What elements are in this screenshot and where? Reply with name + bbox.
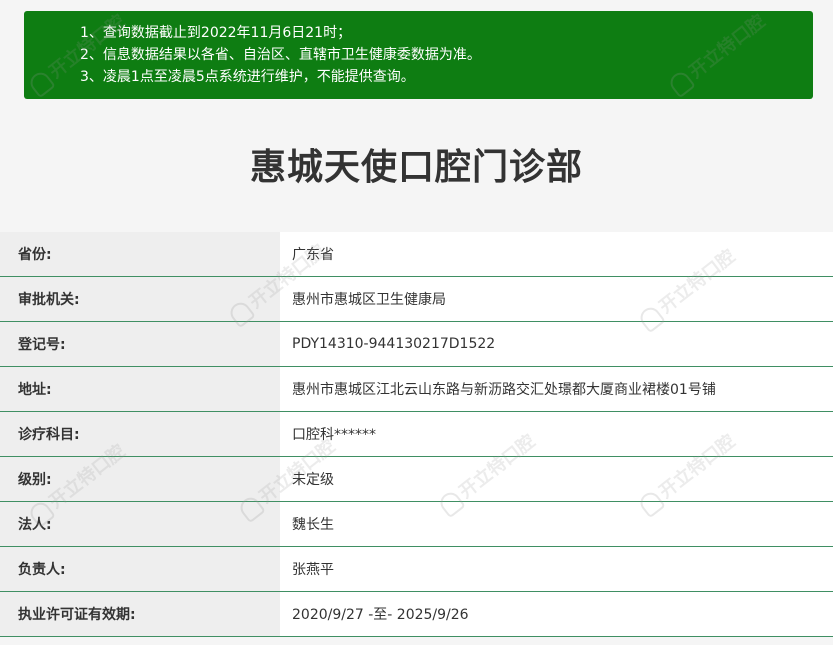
row-value: 未定级 [280, 457, 833, 501]
row-value: 惠州市惠城区江北云山东路与新沥路交汇处璟都大厦商业裙楼01号铺 [280, 367, 833, 411]
row-value: 惠州市惠城区卫生健康局 [280, 277, 833, 321]
notice-item: 2、信息数据结果以各省、自治区、直辖市卫生健康委数据为准。 [80, 47, 481, 63]
table-row: 诊疗科目: 口腔科****** [0, 412, 833, 457]
notice-banner: 1、查询数据截止到2022年11月6日21时； 2、信息数据结果以各省、自治区、… [24, 11, 813, 99]
notice-item: 3、凌晨1点至凌晨5点系统进行维护，不能提供查询。 [80, 69, 415, 85]
row-value: PDY14310-944130217D1522 [280, 322, 833, 366]
row-value: 广东省 [280, 232, 833, 276]
row-label: 负责人: [0, 547, 280, 591]
row-label: 执业许可证有效期: [0, 592, 280, 636]
row-label: 法人: [0, 502, 280, 546]
page-title: 惠城天使口腔门诊部 [249, 147, 583, 188]
table-row: 审批机关: 惠州市惠城区卫生健康局 [0, 277, 833, 322]
table-row: 级别: 未定级 [0, 457, 833, 502]
row-label: 级别: [0, 457, 280, 501]
info-table: 省份: 广东省 审批机关: 惠州市惠城区卫生健康局 登记号: PDY14310-… [0, 232, 833, 637]
row-label: 审批机关: [0, 277, 280, 321]
table-row: 登记号: PDY14310-944130217D1522 [0, 322, 833, 367]
table-row: 地址: 惠州市惠城区江北云山东路与新沥路交汇处璟都大厦商业裙楼01号铺 [0, 367, 833, 412]
row-value: 张燕平 [280, 547, 833, 591]
table-row: 执业许可证有效期: 2020/9/27 -至- 2025/9/26 [0, 592, 833, 637]
row-label: 诊疗科目: [0, 412, 280, 456]
table-row: 法人: 魏长生 [0, 502, 833, 547]
notice-list: 1、查询数据截止到2022年11月6日21时； 2、信息数据结果以各省、自治区、… [80, 22, 813, 88]
table-row: 负责人: 张燕平 [0, 547, 833, 592]
table-row: 省份: 广东省 [0, 232, 833, 277]
row-label: 省份: [0, 232, 280, 276]
row-label: 登记号: [0, 322, 280, 366]
row-value: 口腔科****** [280, 412, 833, 456]
row-label: 地址: [0, 367, 280, 411]
notice-item: 1、查询数据截止到2022年11月6日21时； [80, 25, 352, 41]
row-value: 魏长生 [280, 502, 833, 546]
row-value: 2020/9/27 -至- 2025/9/26 [280, 592, 833, 636]
